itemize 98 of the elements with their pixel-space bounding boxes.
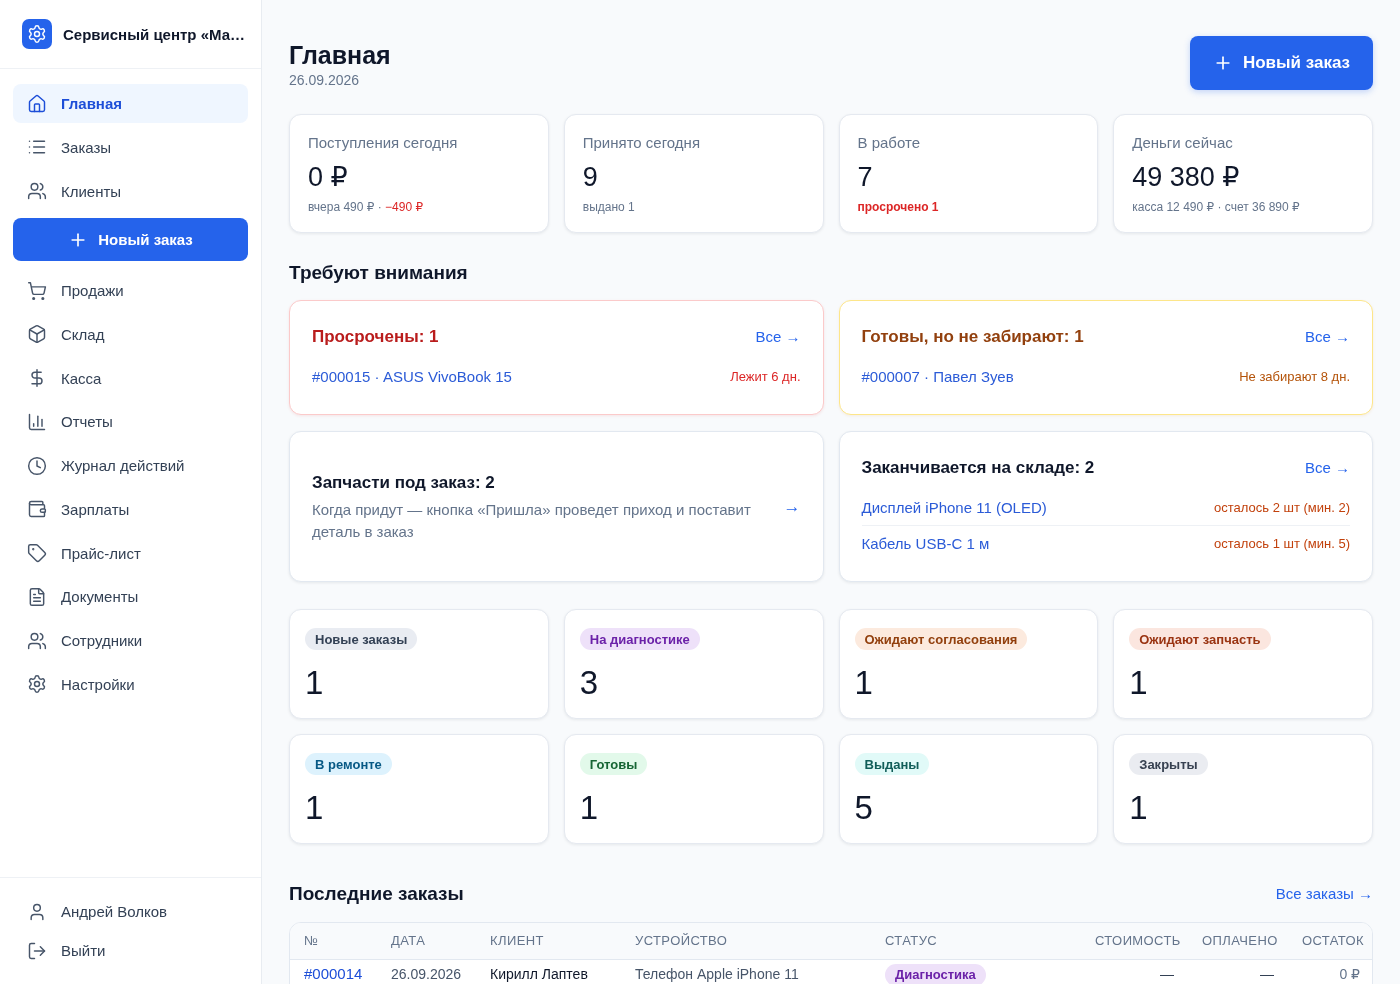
status-count: 1 — [1129, 788, 1148, 828]
page-date: 26.09.2026 — [289, 71, 361, 90]
item-link[interactable]: #000015 · ASUS VivoBook 15 — [312, 367, 512, 385]
section-title: Требуют внимания — [289, 261, 468, 285]
stat-label: В работе — [857, 133, 921, 153]
item-link[interactable]: #000007 · Павел Зуев — [861, 367, 1014, 385]
table-cell: — — [1188, 959, 1288, 984]
item-link[interactable]: Дисплей iPhone 11 (OLED) — [861, 498, 1047, 516]
stat-note: касса 12 490 ₽ · счет 36 890 ₽ — [1132, 199, 1301, 215]
column-header: ОПЛАЧЕНО — [1188, 923, 1288, 959]
stat-note: просрочено 1 — [857, 199, 940, 215]
status-badge: Выданы — [854, 753, 930, 775]
nav-item[interactable]: Касса — [13, 358, 248, 398]
status-count: 1 — [305, 788, 324, 828]
clock-icon — [27, 455, 47, 476]
stat-note: вчера 490 ₽ · −490 ₽ — [308, 199, 425, 215]
cart-icon — [27, 280, 47, 301]
nav-item[interactable]: Отчеты — [13, 402, 248, 442]
status-badge: Новые заказы — [305, 628, 418, 650]
column-header: ДАТА — [377, 923, 476, 959]
logout-icon — [27, 940, 47, 961]
users-icon — [27, 181, 47, 201]
settings-icon — [27, 674, 47, 695]
document-icon — [27, 586, 47, 607]
app-title: Сервисный центр «Ма… — [63, 25, 246, 43]
view-all-link[interactable]: Все → — [1305, 458, 1350, 478]
home-icon — [27, 93, 47, 114]
table-cell: 26.09.2026 — [377, 959, 476, 984]
all-orders-link[interactable]: Все заказы → — [1275, 884, 1373, 904]
card-title: Готовы, но не забирают: 1 — [861, 326, 1084, 348]
stat-label: Деньги сейчас — [1132, 133, 1234, 153]
table-cell: 0 ₽ — [1288, 959, 1372, 984]
column-header: № — [290, 923, 377, 959]
order-link[interactable]: #000014 — [304, 964, 363, 982]
item-note: осталось 1 шт (мин. 5) — [1214, 536, 1350, 551]
nav-item[interactable]: Журнал действий — [13, 446, 248, 485]
view-all-link[interactable]: Все → — [1305, 327, 1350, 347]
column-header: УСТРОЙСТВО — [621, 923, 871, 959]
nav-item[interactable]: Заказы — [13, 127, 248, 167]
item-note: Не забирают 8 дн. — [1239, 368, 1350, 384]
card-description: Когда придут — кнопка «Пришла» проведет приход и поставит деталь в заказ — [312, 499, 752, 542]
nav-item[interactable]: Склад — [13, 314, 248, 354]
nav-item[interactable]: Главная — [13, 84, 248, 123]
stat-note: выдано 1 — [582, 199, 636, 215]
stat-value: 49 380 ₽ — [1132, 161, 1241, 193]
table-cell: Кирилл Лаптев — [476, 959, 621, 984]
tag-icon — [27, 543, 47, 563]
nav-item[interactable]: Настройки — [13, 664, 248, 704]
new-order-button[interactable]: Новый заказ — [1189, 36, 1373, 90]
status-count: 3 — [579, 663, 599, 703]
stat-label: Поступления сегодня — [308, 133, 459, 153]
status-count: 1 — [1129, 663, 1148, 703]
view-all-link[interactable]: Все → — [755, 327, 801, 347]
stat-label: Принято сегодня — [582, 133, 702, 153]
nav-item[interactable]: Документы — [13, 577, 248, 617]
stat-value: 7 — [857, 161, 874, 193]
card-title: Просрочены: 1 — [312, 326, 439, 348]
status-count: 1 — [305, 663, 324, 703]
column-header: СТОИМОСТЬ — [1081, 923, 1188, 959]
logo-icon — [22, 19, 52, 49]
status-badge: Готовы — [579, 753, 648, 775]
column-header: СТАТУС — [871, 923, 1081, 959]
status-count: 5 — [854, 788, 873, 828]
nav-item[interactable]: Сотрудники — [13, 621, 248, 660]
card-title: Запчасти под заказ: 2 — [312, 471, 496, 494]
arrow-link[interactable]: → — [779, 496, 801, 517]
bar-chart-icon — [27, 411, 47, 432]
item-note: Лежит 6 дн. — [730, 368, 801, 384]
card-title: Заканчивается на складе: 2 — [861, 457, 1095, 479]
status-badge: Ожидают запчасть — [1129, 628, 1271, 650]
column-header: ОСТАТОК — [1288, 923, 1372, 959]
stat-value: 9 — [582, 161, 599, 193]
nav-item[interactable]: Продажи — [13, 271, 248, 310]
table-cell: Телефон Apple iPhone 11 — [621, 959, 871, 984]
nav-item[interactable]: Клиенты — [13, 171, 248, 211]
section-title: Последние заказы — [289, 882, 464, 906]
status-badge: Ожидают согласования — [854, 628, 1028, 650]
nav-item[interactable]: Прайс-лист — [13, 533, 248, 573]
status-badge: На диагностике — [579, 628, 700, 650]
nav-item[interactable]: Зарплаты — [13, 489, 248, 529]
box-icon — [27, 324, 47, 345]
stat-value: 0 ₽ — [308, 161, 349, 193]
status-count: 1 — [579, 788, 599, 828]
page-title: Главная — [289, 40, 391, 70]
table-cell: — — [1081, 959, 1188, 984]
new-order-button[interactable]: Новый заказ — [13, 218, 248, 262]
status-badge: В ремонте — [305, 753, 392, 775]
column-header: КЛИЕНТ — [476, 923, 621, 959]
status-badge: Закрыты — [1129, 753, 1208, 775]
users-icon — [27, 630, 47, 651]
item-note: осталось 2 шт (мин. 2) — [1214, 499, 1350, 515]
user-icon — [27, 901, 47, 922]
user-profile-link[interactable]: Андрей Волков — [13, 892, 248, 931]
wallet-icon — [27, 499, 47, 520]
status-count: 1 — [854, 663, 873, 703]
status-badge: Диагностика — [885, 963, 986, 984]
logout-button[interactable]: Выйти — [13, 931, 248, 970]
item-link[interactable]: Кабель USB-C 1 м — [861, 535, 990, 552]
